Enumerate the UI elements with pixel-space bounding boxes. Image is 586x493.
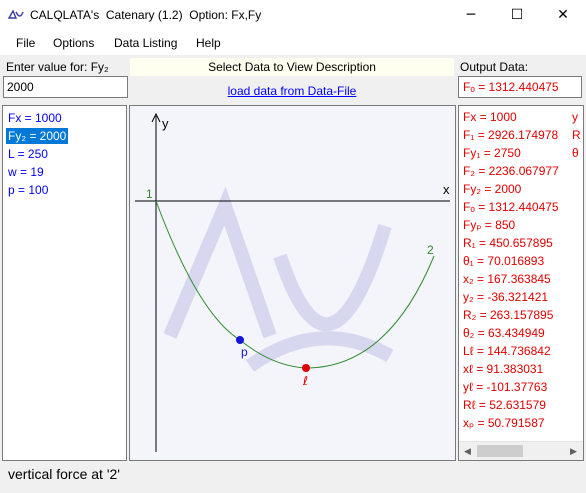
output-item[interactable]: x₂ = 167.363845 — [463, 270, 551, 288]
y-axis-label: y — [162, 116, 169, 131]
input-label: Enter value for: Fy₂ — [6, 60, 109, 74]
output-item[interactable]: Lℓ = 144.736842 — [463, 342, 551, 360]
output-item[interactable]: F₁ = 2926.174978 — [463, 126, 558, 144]
input-item-l[interactable]: L = 250 — [6, 146, 50, 162]
output-item[interactable]: Fy₂ = 2000 — [463, 180, 521, 198]
output-label: Output Data: — [460, 60, 529, 74]
input-list[interactable]: Fx = 1000 Fy₂ = 2000 L = 250 w = 19 p = … — [2, 105, 127, 461]
output-item[interactable]: θ₂ = 63.434949 — [463, 324, 545, 342]
value-input[interactable] — [3, 76, 128, 98]
point-1-label: 1 — [146, 187, 153, 201]
output-item[interactable]: R₁ = 450.657895 — [463, 234, 553, 252]
catenary-svg: y x 1 2 p ℓ — [135, 112, 450, 452]
point-p-marker — [236, 336, 244, 344]
output-item[interactable]: θ₁ = 70.016893 — [463, 252, 544, 270]
output-item[interactable]: Fₒ = 1312.440475 — [463, 198, 559, 216]
point-p-label: p — [241, 345, 248, 359]
point-l-label: ℓ — [302, 374, 308, 388]
output-horizontal-scrollbar[interactable]: ◀ ▶ — [459, 441, 583, 460]
output-column2-fragment: θ — [572, 146, 579, 160]
input-item-p[interactable]: p = 100 — [6, 182, 50, 198]
output-item[interactable]: Fx = 1000 — [463, 108, 517, 126]
menu-data-listing[interactable]: Data Listing — [114, 36, 177, 50]
output-item[interactable]: xₚ = 50.791587 — [463, 414, 545, 432]
output-item[interactable]: Fyₚ = 850 — [463, 216, 515, 234]
output-item[interactable]: Fy₁ = 2750 — [463, 144, 521, 162]
input-item-fx[interactable]: Fx = 1000 — [6, 110, 64, 126]
output-item[interactable]: F₂ = 2236.067977 — [463, 162, 559, 180]
output-item[interactable]: yℓ = -101.37763 — [463, 378, 547, 396]
load-data-link[interactable]: load data from Data-File — [130, 84, 454, 98]
output-item[interactable]: Rℓ = 52.631579 — [463, 396, 546, 414]
menu-options[interactable]: Options — [53, 36, 94, 50]
catenary-diagram: y x 1 2 p ℓ — [129, 105, 456, 461]
calqlata-logo-icon[interactable] — [7, 8, 24, 22]
input-item-fy2[interactable]: Fy₂ = 2000 — [6, 128, 69, 144]
output-item[interactable]: R₂ = 263.157895 — [463, 306, 553, 324]
output-list[interactable]: Fx = 1000 F₁ = 2926.174978 Fy₁ = 2750 F₂… — [458, 105, 584, 461]
output-value-field[interactable]: Fₒ = 1312.440475 — [458, 76, 582, 98]
scroll-left-arrow-icon[interactable]: ◀ — [459, 442, 476, 460]
point-2-label: 2 — [427, 243, 434, 257]
output-item[interactable]: xℓ = 91.383031 — [463, 360, 543, 378]
window-title: CALQLATA's Catenary (1.2) Option: Fx,Fy — [30, 8, 262, 22]
close-button[interactable]: ✕ — [540, 0, 586, 31]
status-text: vertical force at '2' — [8, 466, 120, 482]
x-axis-label: x — [443, 182, 450, 197]
scroll-right-arrow-icon[interactable]: ▶ — [565, 442, 582, 460]
output-item[interactable]: y₂ = -36.321421 — [463, 288, 548, 306]
input-item-w[interactable]: w = 19 — [6, 164, 46, 180]
maximize-button[interactable]: ☐ — [494, 0, 540, 31]
output-column2-fragment: y — [572, 110, 578, 124]
scrollbar-thumb[interactable] — [477, 445, 523, 457]
menu-file[interactable]: File — [16, 36, 35, 50]
menu-help[interactable]: Help — [196, 36, 221, 50]
output-column2-fragment: R — [572, 128, 581, 142]
watermark-logo — [163, 186, 394, 372]
point-l-marker — [302, 364, 310, 372]
minimize-button[interactable]: ─ — [448, 0, 494, 31]
description-prompt: Select Data to View Description — [208, 60, 376, 74]
